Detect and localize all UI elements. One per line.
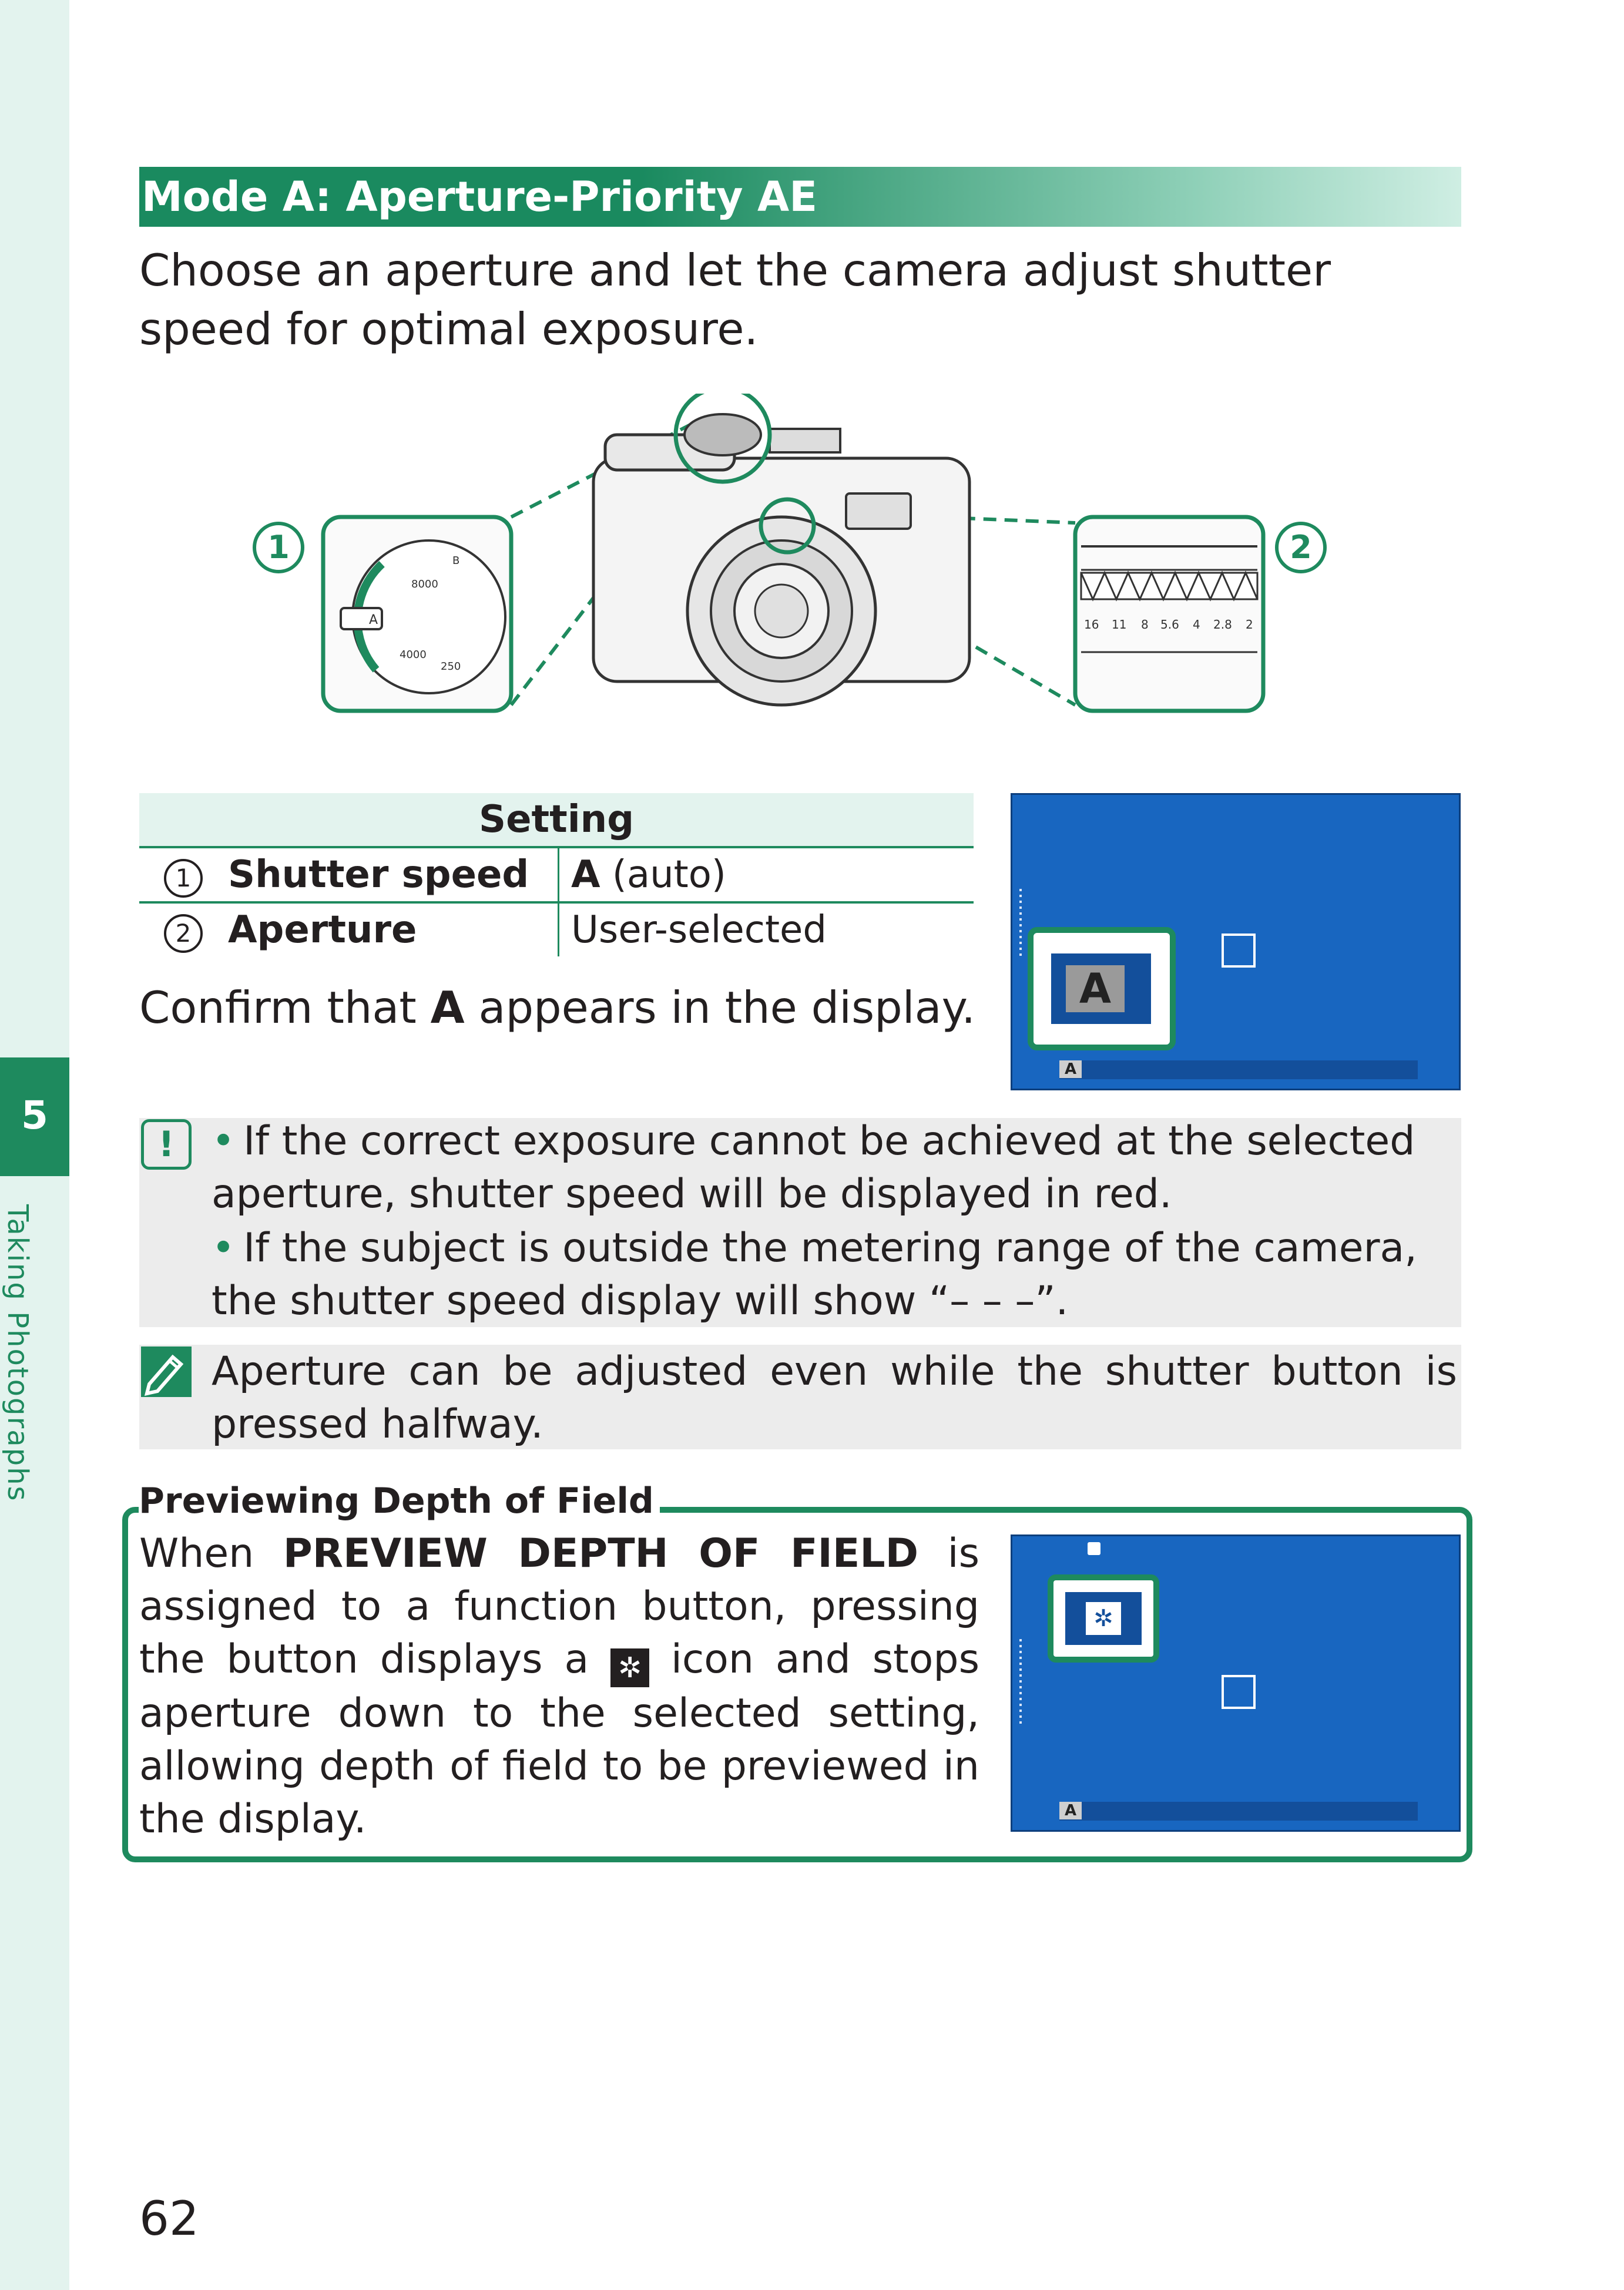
callout-2: 2: [1275, 522, 1327, 573]
preview-menu-item-name: PREVIEW DEPTH OF FIELD: [283, 1530, 919, 1577]
row-label: Aperture: [227, 902, 559, 956]
camera-illustration: A 8000 4000 250 B 16 11 8 5.6 4 2.8 2 1 …: [253, 385, 1327, 746]
confirm-mode-letter: A: [430, 982, 465, 1033]
dial-a-marking: A: [369, 613, 378, 627]
table-row: 1 Shutter speed A (auto): [139, 847, 974, 904]
aperture-value-8: 8: [1141, 617, 1149, 632]
confirm-prefix: Confirm that: [139, 982, 431, 1033]
aperture-value-2: 2: [1246, 617, 1253, 632]
info-strip: [1059, 1802, 1418, 1821]
dial-marking-4000: 4000: [400, 649, 427, 661]
section-title: Mode A: Aperture-Priority AE: [142, 173, 818, 221]
table-row: 2 Aperture User-selected: [139, 902, 974, 956]
settings-table-header: Setting: [139, 793, 974, 848]
info-strip: [1059, 1060, 1418, 1079]
page-number: 62: [139, 2191, 199, 2246]
caution-text: If the subject is outside the metering r…: [212, 1225, 1417, 1324]
aperture-value-2-8: 2.8: [1213, 617, 1232, 632]
confirm-instruction: Confirm that A appears in the display.: [139, 978, 975, 1037]
dial-marking-b: B: [452, 555, 459, 567]
mode-indicator: A: [1066, 965, 1125, 1012]
aperture-value-4: 4: [1193, 617, 1200, 632]
preview-status-icon: [1088, 1542, 1100, 1555]
camera-drawing: A 8000 4000 250 B 16 11 8 5.6 4 2.8 2: [321, 385, 1266, 713]
aperture-value-16: 16: [1084, 617, 1099, 632]
exposure-scale: [1019, 1639, 1022, 1727]
dial-marking-8000: 8000: [411, 578, 438, 590]
pencil-memo-icon: [141, 1347, 192, 1397]
memo-text: Aperture can be adjusted even while the …: [212, 1348, 1457, 1448]
dial-marking-250: 250: [441, 660, 461, 673]
row-label: Shutter speed: [227, 847, 559, 904]
camera-display-1: A A: [1011, 793, 1461, 1090]
aperture-value-11: 11: [1112, 617, 1126, 632]
row-number: 1: [164, 858, 203, 898]
preview-section-title: Previewing Depth of Field: [139, 1480, 660, 1522]
aperture-preview-icon: ✲: [610, 1648, 650, 1687]
aperture-value-5-6: 5.6: [1160, 617, 1179, 632]
caution-text: If the correct exposure cannot be achiev…: [212, 1118, 1415, 1217]
row-value-bold: A: [571, 853, 600, 896]
focus-frame: [1222, 934, 1256, 968]
callout-1: 1: [253, 522, 304, 573]
mode-badge: A: [1059, 1802, 1082, 1819]
mode-badge: A: [1059, 1060, 1082, 1078]
preview-icon-highlight: ✲: [1048, 1574, 1159, 1663]
camera-display-2: ✲ A: [1011, 1534, 1461, 1832]
chapter-label: Taking Photographs: [1, 1204, 34, 1502]
exposure-scale: [1019, 889, 1022, 959]
aperture-preview-icon: ✲: [1086, 1602, 1121, 1635]
caution-bullet: • If the correct exposure cannot be achie…: [212, 1118, 1415, 1217]
mode-highlight-frame: A: [1028, 927, 1176, 1050]
confirm-suffix: appears in the display.: [464, 982, 976, 1033]
caution-bullet: • If the subject is outside the metering …: [212, 1225, 1417, 1324]
row-value: (auto): [600, 853, 726, 896]
caution-icon: !: [141, 1119, 192, 1170]
chapter-number: 5: [21, 1093, 48, 1138]
preview-section-text: When PREVIEW DEPTH OF FIELD is assigned …: [139, 1530, 979, 1842]
row-number: 2: [164, 914, 203, 953]
section-intro: Choose an aperture and let the camera ad…: [139, 244, 1331, 355]
row-value: User-selected: [571, 908, 827, 952]
focus-frame: [1222, 1675, 1256, 1709]
settings-table: Setting 1 Shutter speed A (auto) 2 Apert…: [139, 793, 974, 956]
